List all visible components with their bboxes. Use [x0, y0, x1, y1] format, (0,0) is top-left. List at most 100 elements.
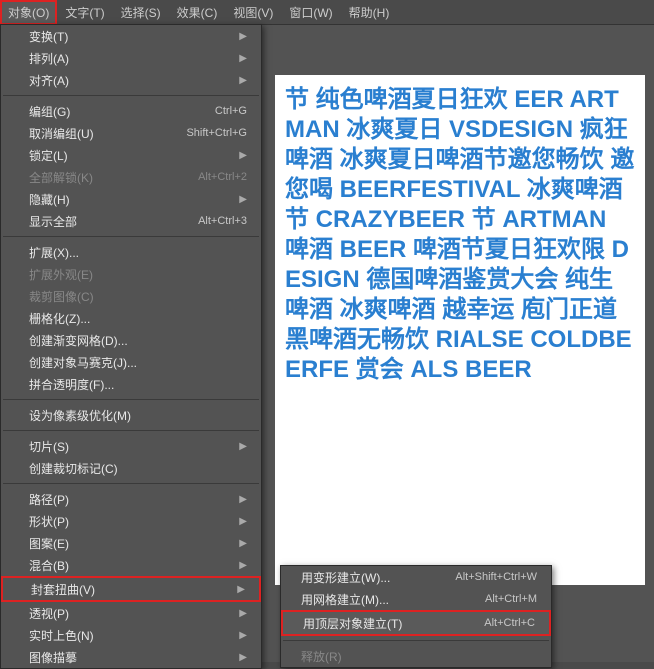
submenu-item-shortcut: Alt+Ctrl+M	[485, 593, 537, 605]
submenu-item[interactable]: 用顶层对象建立(T) Alt+Ctrl+C	[283, 612, 549, 634]
menu-item: 扩展外观(E)	[1, 263, 261, 285]
menu-item-label: 裁剪图像(C)	[29, 288, 94, 305]
menu-separator	[3, 483, 259, 484]
menu-item[interactable]: 锁定(L) ▶	[1, 144, 261, 166]
submenu-arrow-icon: ▶	[239, 441, 247, 452]
submenu-arrow-icon: ▶	[239, 560, 247, 571]
menu-item-label: 混合(B)	[29, 557, 69, 574]
submenu-arrow-icon: ▶	[239, 194, 247, 205]
menu-item[interactable]: 封套扭曲(V) ▶	[3, 578, 259, 600]
menu-item[interactable]: 排列(A) ▶	[1, 47, 261, 69]
menu-item-label: 图像描摹	[29, 649, 77, 666]
menu-item-label: 封套扭曲(V)	[31, 581, 95, 598]
menu-item-label: 切片(S)	[29, 438, 69, 455]
menubar-item-window[interactable]: 窗口(W)	[281, 0, 340, 25]
submenu-arrow-icon: ▶	[237, 584, 245, 595]
menu-item-label: 图案(E)	[29, 535, 69, 552]
menu-item[interactable]: 创建渐变网格(D)...	[1, 329, 261, 351]
menu-item-label: 扩展外观(E)	[29, 266, 93, 283]
menu-item-label: 形状(P)	[29, 513, 69, 530]
menubar-item-select[interactable]: 选择(S)	[113, 0, 169, 25]
topbar: 对象(O) 文字(T) 选择(S) 效果(C) 视图(V) 窗口(W) 帮助(H…	[0, 0, 654, 24]
submenu-item-shortcut: Alt+Ctrl+C	[484, 617, 535, 629]
menu-item-label: 创建对象马赛克(J)...	[29, 354, 137, 371]
menu-item-shortcut: Ctrl+G	[215, 105, 247, 117]
menu-item[interactable]: 路径(P) ▶	[1, 488, 261, 510]
menu-item[interactable]: 图案(E) ▶	[1, 532, 261, 554]
submenu-arrow-icon: ▶	[239, 75, 247, 86]
menu-item[interactable]: 栅格化(Z)...	[1, 307, 261, 329]
submenu-item-label: 用顶层对象建立(T)	[303, 615, 402, 632]
menu-item-shortcut: Shift+Ctrl+G	[186, 127, 247, 139]
submenu-arrow-icon: ▶	[239, 494, 247, 505]
submenu-arrow-icon: ▶	[239, 516, 247, 527]
menu-item-shortcut: Alt+Ctrl+3	[198, 215, 247, 227]
menu-item: 全部解锁(K)Alt+Ctrl+2	[1, 166, 261, 188]
menu-item[interactable]: 图像描摹 ▶	[1, 646, 261, 668]
menu-item-label: 显示全部	[29, 213, 77, 230]
menu-item-label: 对齐(A)	[29, 72, 69, 89]
menu-item[interactable]: 创建对象马赛克(J)...	[1, 351, 261, 373]
menu-item-label: 锁定(L)	[29, 147, 68, 164]
menu-item[interactable]: 对齐(A) ▶	[1, 69, 261, 91]
submenu-arrow-icon: ▶	[239, 608, 247, 619]
menubar-item-object[interactable]: 对象(O)	[0, 0, 57, 25]
submenu-item[interactable]: 用变形建立(W)... Alt+Shift+Ctrl+W	[281, 566, 551, 588]
menu-item-label: 栅格化(Z)...	[29, 310, 90, 327]
submenu-item-label: 用网格建立(M)...	[301, 591, 389, 608]
submenu-arrow-icon: ▶	[239, 150, 247, 161]
highlighted-submenu-item[interactable]: 用顶层对象建立(T) Alt+Ctrl+C	[281, 610, 551, 636]
menubar-item-text[interactable]: 文字(T)	[57, 0, 112, 25]
menu-item-label: 实时上色(N)	[29, 627, 94, 644]
menu-item[interactable]: 扩展(X)...	[1, 241, 261, 263]
menubar-item-view[interactable]: 视图(V)	[225, 0, 281, 25]
menu-item[interactable]: 变换(T) ▶	[1, 25, 261, 47]
menu-item-label: 取消编组(U)	[29, 125, 94, 142]
menu-item[interactable]: 隐藏(H) ▶	[1, 188, 261, 210]
submenu-arrow-icon: ▶	[239, 53, 247, 64]
highlighted-menu-item[interactable]: 封套扭曲(V) ▶	[1, 576, 261, 602]
submenu-arrow-icon: ▶	[239, 652, 247, 663]
menu-item-label: 编组(G)	[29, 103, 70, 120]
menu-item[interactable]: 透视(P) ▶	[1, 602, 261, 624]
menu-item: 裁剪图像(C)	[1, 285, 261, 307]
menu-item[interactable]: 拼合透明度(F)...	[1, 373, 261, 395]
menu-item-label: 变换(T)	[29, 28, 68, 45]
menu-item-label: 创建渐变网格(D)...	[29, 332, 128, 349]
menu-item[interactable]: 编组(G) Ctrl+G	[1, 100, 261, 122]
menu-item[interactable]: 创建裁切标记(C)	[1, 457, 261, 479]
menu-item-shortcut: Alt+Ctrl+2	[198, 171, 247, 183]
menu-item-label: 创建裁切标记(C)	[29, 460, 118, 477]
menu-item-label: 排列(A)	[29, 50, 69, 67]
menu-item-label: 隐藏(H)	[29, 191, 70, 208]
menu-item[interactable]: 形状(P) ▶	[1, 510, 261, 532]
menu-item[interactable]: 取消编组(U) Shift+Ctrl+G	[1, 122, 261, 144]
menu-separator	[3, 236, 259, 237]
artboard[interactable]: 节 纯色啤酒夏日狂欢 EER ARTMAN 冰爽夏日 VSDESIGN 疯狂啤酒…	[275, 75, 645, 585]
menubar-item-effect[interactable]: 效果(C)	[169, 0, 226, 25]
submenu-arrow-icon: ▶	[239, 630, 247, 641]
submenu-arrow-icon: ▶	[239, 31, 247, 42]
submenu-item-shortcut: Alt+Shift+Ctrl+W	[455, 571, 537, 583]
submenu-item[interactable]: 用网格建立(M)... Alt+Ctrl+M	[281, 588, 551, 610]
artwork-text: 节 纯色啤酒夏日狂欢 EER ARTMAN 冰爽夏日 VSDESIGN 疯狂啤酒…	[275, 75, 645, 395]
menu-item[interactable]: 切片(S) ▶	[1, 435, 261, 457]
menu-item-label: 拼合透明度(F)...	[29, 376, 114, 393]
menu-item-label: 透视(P)	[29, 605, 69, 622]
menu-item-label: 扩展(X)...	[29, 244, 79, 261]
menu-item[interactable]: 实时上色(N) ▶	[1, 624, 261, 646]
menu-separator	[3, 430, 259, 431]
menu-item[interactable]: 混合(B) ▶	[1, 554, 261, 576]
submenu-item-label: 用变形建立(W)...	[301, 569, 390, 586]
envelope-distort-submenu: 用变形建立(W)... Alt+Shift+Ctrl+W 用网格建立(M)... Al…	[280, 565, 552, 668]
menu-separator	[3, 95, 259, 96]
submenu-item: 释放(R)	[281, 645, 551, 667]
menu-item-label: 设为像素级优化(M)	[29, 407, 131, 424]
menu-item-label: 路径(P)	[29, 491, 69, 508]
object-menu: 变换(T) ▶ 排列(A) ▶ 对齐(A) ▶ 编组(G) Ctrl+G 取消编组(U) Shif…	[0, 24, 262, 669]
menu-item[interactable]: 设为像素级优化(M)	[1, 404, 261, 426]
menu-separator	[283, 640, 549, 641]
menu-item[interactable]: 显示全部 Alt+Ctrl+3	[1, 210, 261, 232]
submenu-arrow-icon: ▶	[239, 538, 247, 549]
menubar-item-help[interactable]: 帮助(H)	[341, 0, 398, 25]
